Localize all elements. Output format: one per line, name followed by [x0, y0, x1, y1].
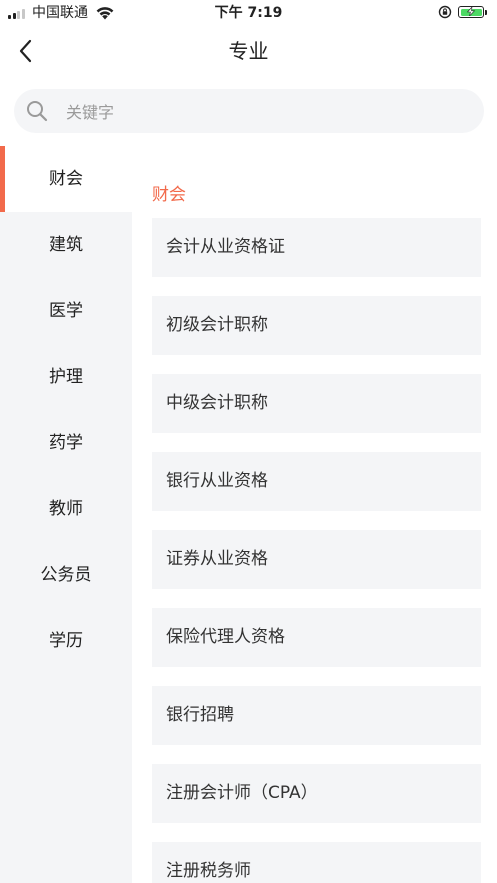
sidebar-item-education[interactable]: 学历: [0, 608, 132, 674]
battery-icon: [458, 6, 487, 18]
sidebar-item-label: 教师: [49, 499, 83, 519]
list-item[interactable]: 会计从业资格证: [152, 218, 481, 277]
status-bar: 中国联通 下午 7:19: [0, 0, 497, 26]
list-item-label: 证券从业资格: [166, 549, 268, 569]
sidebar-item-civil-servant[interactable]: 公务员: [0, 542, 132, 608]
list-item[interactable]: 保险代理人资格: [152, 608, 481, 667]
sidebar-item-medicine[interactable]: 医学: [0, 278, 132, 344]
active-indicator: [0, 146, 5, 212]
list-item[interactable]: 注册会计师（CPA）: [152, 764, 481, 823]
list-item[interactable]: 证券从业资格: [152, 530, 481, 589]
nav-bar: 专业: [0, 26, 497, 76]
list-item-label: 银行招聘: [166, 705, 234, 725]
list-item-label: 注册税务师: [166, 861, 251, 881]
sidebar-item-label: 医学: [49, 301, 83, 321]
sidebar-item-nursing[interactable]: 护理: [0, 344, 132, 410]
sidebar-item-label: 药学: [49, 433, 83, 453]
sidebar-item-label: 建筑: [49, 235, 83, 255]
list-item[interactable]: 注册税务师: [152, 842, 481, 883]
sidebar-item-label: 学历: [49, 631, 83, 651]
list-item[interactable]: 初级会计职称: [152, 296, 481, 355]
status-time: 下午 7:19: [214, 5, 283, 21]
subcategory-panel: 财会 会计从业资格证 初级会计职称 中级会计职称 银行从业资格 证券从业资格 保…: [132, 146, 497, 883]
list-item[interactable]: 银行从业资格: [152, 452, 481, 511]
sidebar-item-label: 财会: [49, 169, 83, 189]
list-item[interactable]: 中级会计职称: [152, 374, 481, 433]
sidebar-item-finance[interactable]: 财会: [0, 146, 132, 212]
status-right: [438, 5, 487, 19]
sidebar-item-label: 公务员: [40, 565, 92, 585]
search-icon: [27, 101, 48, 122]
list-item-label: 中级会计职称: [166, 393, 268, 413]
back-button[interactable]: [12, 36, 42, 66]
rotation-lock-icon: [438, 5, 452, 19]
page-title: 专业: [228, 39, 269, 63]
sidebar-item-teacher[interactable]: 教师: [0, 476, 132, 542]
section-title: 财会: [152, 185, 186, 205]
chevron-left-icon: [19, 39, 32, 63]
list-item-label: 会计从业资格证: [166, 237, 285, 257]
list-item-label: 银行从业资格: [166, 471, 268, 491]
sidebar-item-construction[interactable]: 建筑: [0, 212, 132, 278]
search-input[interactable]: [64, 89, 468, 135]
sidebar-item-pharmacy[interactable]: 药学: [0, 410, 132, 476]
list-item[interactable]: 银行招聘: [152, 686, 481, 745]
list-item-label: 注册会计师（CPA）: [166, 783, 318, 803]
search-area: [0, 76, 497, 146]
category-sidebar: 财会 建筑 医学 护理 药学 教师 公务员 学历: [0, 146, 132, 883]
list-item-label: 初级会计职称: [166, 315, 268, 335]
sidebar-item-label: 护理: [49, 367, 83, 387]
list-item-label: 保险代理人资格: [166, 627, 285, 647]
